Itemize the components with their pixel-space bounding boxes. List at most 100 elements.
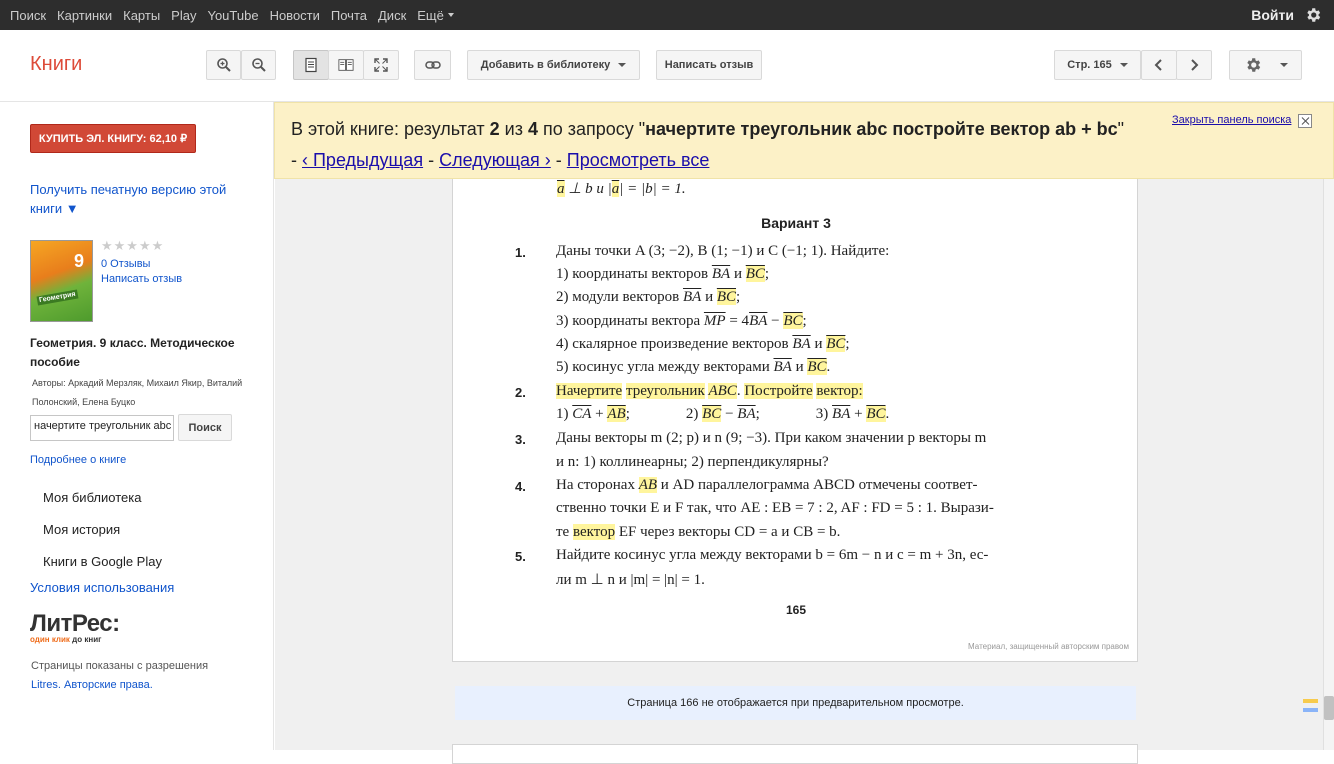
search-in-book-button[interactable]: Поиск [178, 414, 232, 441]
viewer-scrollbar[interactable] [1303, 179, 1334, 750]
more-about-book-link[interactable]: Подробнее о книге [30, 454, 126, 466]
gear-icon [1246, 58, 1260, 72]
search-results-panel: В этой книге: результат 2 из 4 по запрос… [274, 102, 1334, 179]
question-number: 4. [515, 479, 526, 494]
add-to-library-button[interactable]: Добавить в библиотеку [467, 50, 640, 80]
link-icon [424, 61, 441, 69]
question-2-items: 1) CA + AB; 2) BC − BA; 3) BA + BC. [556, 406, 890, 422]
search-query: начертите треугольник abc постройте вект… [645, 119, 1118, 139]
book-title: Геометрия. 9 класс. Методическое пособие [30, 336, 235, 369]
question-5-line-2: ли m ⊥ n и |m| = |n| = 1. [556, 572, 705, 588]
login-button[interactable]: Войти [1251, 7, 1294, 23]
sidebar-item-my-history[interactable]: Моя история [43, 522, 120, 537]
chevron-down-icon [1279, 63, 1288, 71]
copyright-protected-note: Материал, защищенный авторским правом [968, 642, 1129, 651]
sidebar-write-review-link[interactable]: Написать отзыв [101, 273, 182, 285]
top-nav-images[interactable]: Картинки [57, 8, 112, 23]
search-hit-marker[interactable] [1303, 699, 1318, 703]
question-1-item-1: 1) координаты векторов BA и BC; [556, 266, 770, 282]
top-nav-more[interactable]: Ещё [417, 8, 454, 23]
page-number: 165 [785, 603, 807, 617]
question-4-line-1: На сторонах AB и AD параллелограмма ABCD… [556, 477, 978, 493]
book-authors: Авторы: Аркадий Мерзляк, Михаил Якир, Ви… [32, 378, 243, 407]
question-number: 5. [515, 549, 526, 564]
get-print-version-link[interactable]: Получить печатную версию этой книги ▼ [30, 180, 240, 218]
scrollbar-thumb[interactable] [1324, 696, 1334, 720]
top-nav-play[interactable]: Play [171, 8, 196, 23]
chevron-down-icon [618, 63, 627, 71]
zoom-in-button[interactable] [206, 50, 241, 80]
cover-title: Геометрия [36, 289, 79, 306]
question-1-text: Даны точки A (3; −2), B (1; −1) и C (−1;… [556, 243, 890, 259]
zoom-out-button[interactable] [241, 50, 276, 80]
link-button[interactable] [414, 50, 451, 80]
books-logo[interactable]: Книги [30, 53, 82, 76]
write-review-button[interactable]: Написать отзыв [656, 50, 762, 80]
books-toolbar: Книги Добавить в библиотеку Написать отз… [0, 30, 1334, 102]
question-4-line-3: те вектор EF через векторы CD = a и CB =… [556, 524, 841, 540]
total-results: 4 [527, 119, 538, 139]
google-top-bar: Поиск Картинки Карты Play YouTube Новост… [0, 0, 1334, 30]
book-page: a ⊥ b и |a| = |b| = 1. Вариант 3 1. Даны… [452, 102, 1138, 662]
current-position-marker[interactable] [1303, 708, 1318, 712]
permission-text: Страницы показаны с разрешения [31, 660, 209, 672]
page-select-dropdown[interactable]: Стр. 165 [1054, 50, 1141, 80]
question-2-text: Начертите треугольник ABC. Постройте век… [556, 383, 863, 399]
buy-ebook-button[interactable]: КУПИТЬ ЭЛ. КНИГУ: 62,10 ₽ [30, 124, 196, 153]
close-search-panel-link[interactable]: Закрыть панель поиска [1172, 114, 1291, 126]
question-5-line-1: Найдите косинус угла между векторами b =… [556, 547, 989, 563]
page-top-fragment: a ⊥ b и |a| = |b| = 1. [557, 181, 686, 197]
question-1-item-2: 2) модули векторов BA и BC; [556, 289, 741, 305]
next-result-link[interactable]: Следующая › [439, 150, 551, 170]
rating-stars: ★★★★★ [101, 238, 165, 253]
chevron-down-icon [1119, 63, 1128, 71]
question-1-item-5: 5) косинус угла между векторами BA и BC. [556, 359, 831, 375]
book-sidebar: КУПИТЬ ЭЛ. КНИГУ: 62,10 ₽ Получить печат… [0, 102, 274, 750]
question-number: 3. [515, 432, 526, 447]
litres-logo-text: ЛитРес: [30, 610, 120, 637]
zoom-out-icon [251, 58, 266, 72]
litres-copyright-link[interactable]: Litres. Авторские права. [31, 676, 251, 695]
question-3-line-2: и n: 1) коллинеарны; 2) перпендикулярны? [556, 454, 829, 470]
search-in-book-input[interactable]: начертите треугольник abc [30, 415, 174, 441]
book-viewer[interactable]: a ⊥ b и |a| = |b| = 1. Вариант 3 1. Даны… [275, 102, 1334, 764]
settings-dropdown[interactable] [1229, 50, 1302, 80]
close-icon[interactable] [1298, 114, 1312, 128]
two-page-icon [338, 59, 354, 71]
view-all-results-link[interactable]: Просмотреть все [567, 150, 710, 170]
question-1-item-4: 4) скалярное произведение векторов BA и … [556, 336, 850, 352]
variant-heading: Вариант 3 [761, 215, 831, 231]
top-nav-drive[interactable]: Диск [378, 8, 406, 23]
two-page-view-button[interactable] [328, 50, 364, 80]
page-not-shown-notice: Страница 166 не отображается при предвар… [455, 686, 1136, 720]
question-number: 1. [515, 245, 526, 260]
fullscreen-button[interactable] [363, 50, 399, 80]
gear-icon[interactable] [1304, 6, 1322, 24]
write-review-label: Написать отзыв [664, 59, 754, 71]
question-3-line-1: Даны векторы m (2; p) и n (9; −3). При к… [556, 430, 987, 446]
chevron-right-icon [1191, 59, 1199, 71]
top-nav: Поиск Картинки Карты Play YouTube Новост… [10, 0, 465, 30]
previous-page-button[interactable] [1141, 50, 1177, 80]
terms-of-use-link[interactable]: Условия использования [30, 580, 174, 595]
single-page-view-button[interactable] [293, 50, 329, 80]
permission-note: Страницы показаны с разрешения Litres. А… [31, 657, 251, 695]
top-nav-search[interactable]: Поиск [10, 8, 46, 23]
reviews-link[interactable]: 0 Отзывы [101, 258, 150, 270]
question-1-item-3: 3) координаты вектора MP = 4BA − BC; [556, 313, 807, 329]
single-page-icon [305, 57, 317, 73]
scrollbar-track[interactable] [1323, 179, 1334, 750]
search-results-text: В этой книге: результат 2 из 4 по запрос… [291, 119, 1125, 170]
sidebar-item-google-play-books[interactable]: Книги в Google Play [43, 554, 162, 569]
previous-result-link[interactable]: ‹ Предыдущая [302, 150, 423, 170]
top-nav-maps[interactable]: Карты [123, 8, 160, 23]
top-nav-mail[interactable]: Почта [331, 8, 367, 23]
next-page-button[interactable] [1176, 50, 1212, 80]
sidebar-item-my-library[interactable]: Моя библиотека [43, 490, 141, 505]
zoom-in-icon [216, 58, 231, 72]
litres-logo[interactable]: ЛитРес: один клик до книг [30, 610, 120, 644]
book-cover[interactable]: 9 Геометрия [30, 240, 93, 322]
next-book-page [452, 744, 1138, 764]
top-nav-news[interactable]: Новости [270, 8, 320, 23]
top-nav-youtube[interactable]: YouTube [207, 8, 258, 23]
